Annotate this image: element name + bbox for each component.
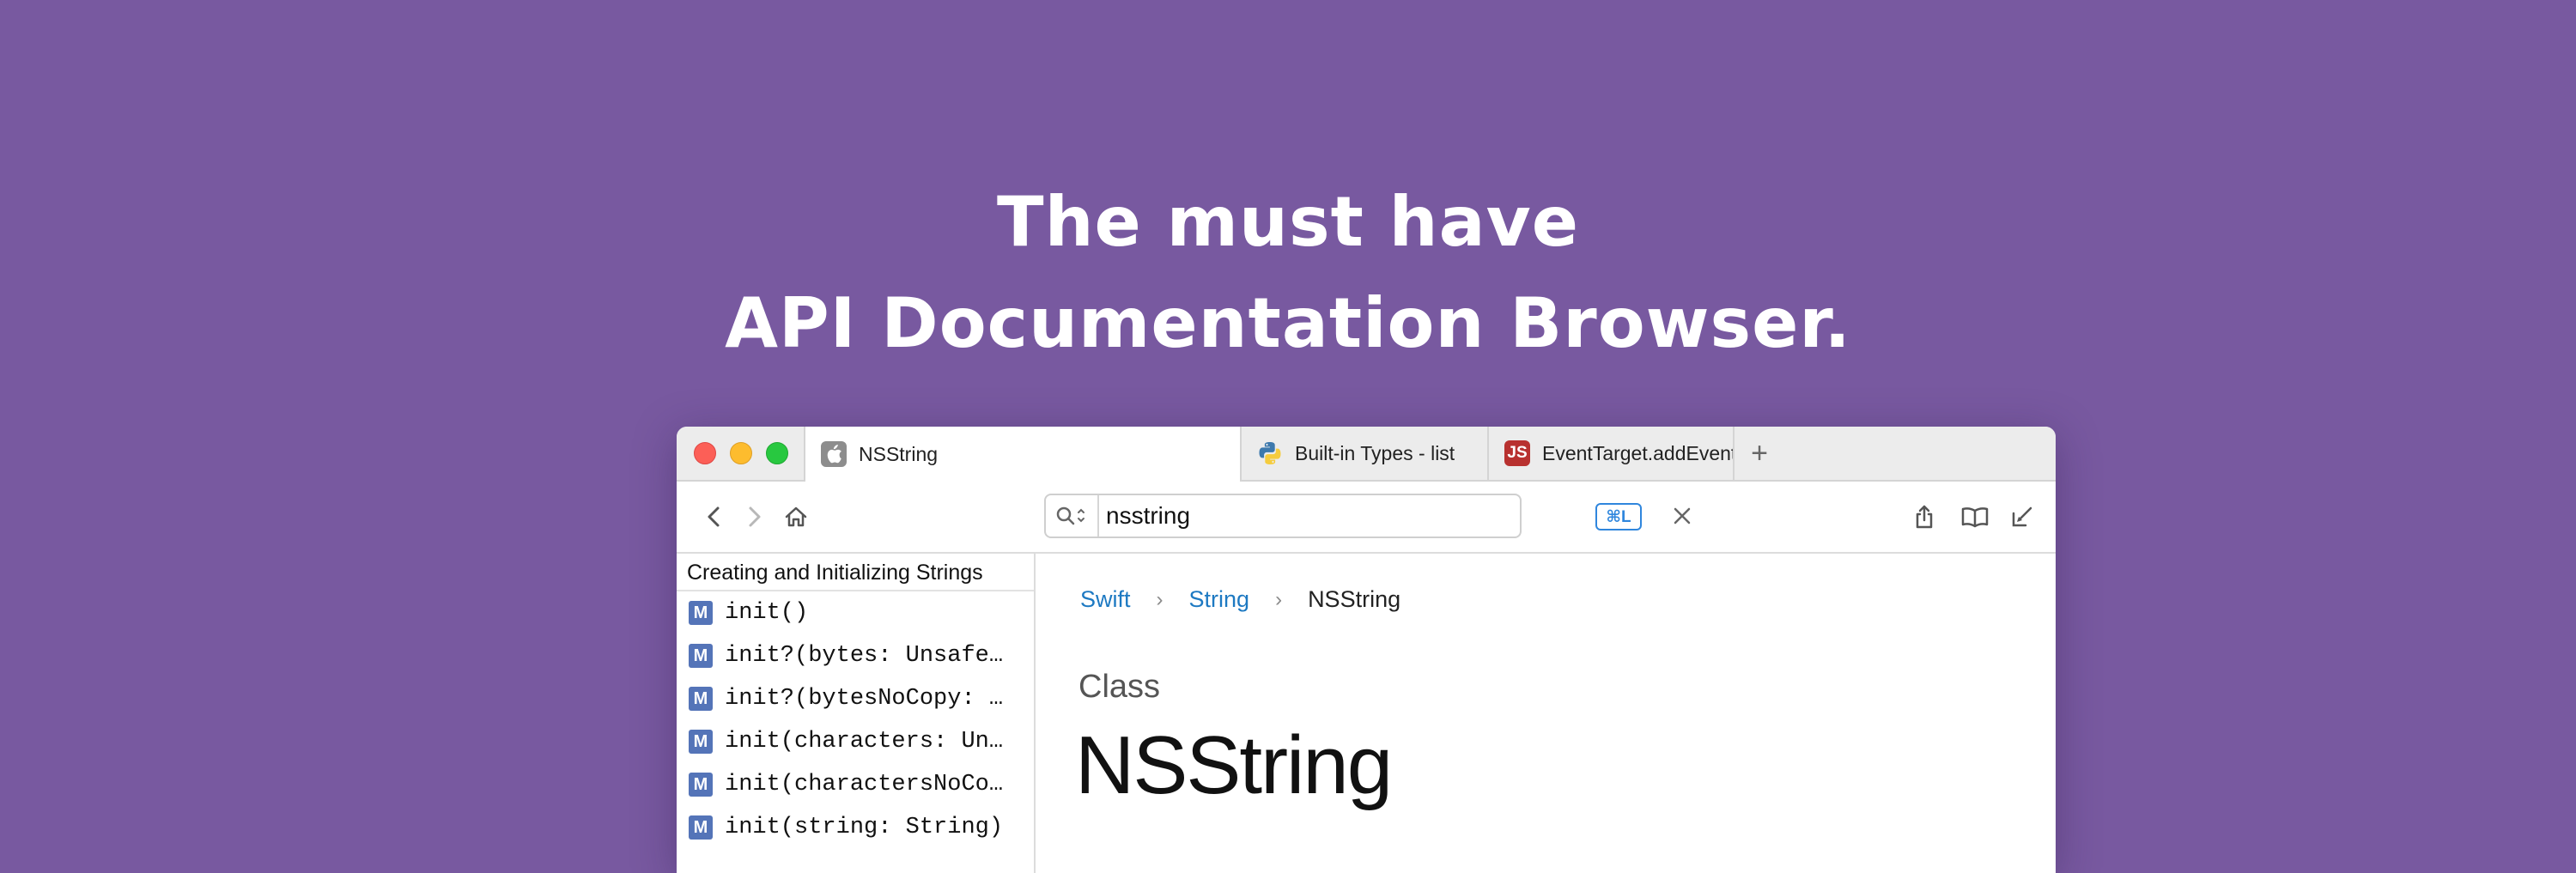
breadcrumb: Swift › String › NSString xyxy=(1080,586,1400,613)
sidebar-item-label: init() xyxy=(725,600,809,626)
documentation-content: Swift › String › NSString Class NSString xyxy=(1037,554,2056,873)
search-icon xyxy=(1056,506,1084,525)
sidebar-item-label: init(characters: Uns… xyxy=(725,729,1017,755)
apple-icon xyxy=(821,441,847,467)
sidebar-item-label: init?(bytes: UnsafeR… xyxy=(725,643,1017,669)
tab-nsstring[interactable]: NSString xyxy=(804,427,1240,482)
app-window: NSString Built-in Types - list JS EventT… xyxy=(677,427,2056,873)
home-button[interactable] xyxy=(780,500,812,533)
method-badge-icon: M xyxy=(689,773,713,797)
sidebar-item[interactable]: M init(charactersNoCop… xyxy=(677,763,1034,806)
sidebar-item[interactable]: M init(characters: Uns… xyxy=(677,720,1034,763)
headline-line-1: The must have xyxy=(997,182,1579,262)
tab-label: NSString xyxy=(859,442,939,465)
plus-icon: + xyxy=(1751,436,1768,470)
sidebar-item[interactable]: M init?(bytesNoCopy: U… xyxy=(677,677,1034,720)
edit-button[interactable] xyxy=(2006,500,2038,533)
chevron-left-icon xyxy=(708,506,720,527)
method-badge-icon: M xyxy=(689,815,713,840)
sidebar-item-label: init(charactersNoCop… xyxy=(725,772,1017,797)
breadcrumb-current: NSString xyxy=(1308,586,1401,612)
zoom-window-button[interactable] xyxy=(766,442,788,464)
bookmarks-button[interactable] xyxy=(1956,500,1994,533)
breadcrumb-separator-icon: › xyxy=(1275,587,1283,611)
book-icon xyxy=(1961,507,1989,528)
home-icon xyxy=(785,506,807,527)
search-scope-button[interactable] xyxy=(1046,495,1099,537)
tab-event-target[interactable]: JS EventTarget.addEventListener xyxy=(1487,427,1733,480)
share-button[interactable] xyxy=(1908,500,1941,533)
clear-search-button[interactable] xyxy=(1661,495,1704,537)
method-badge-icon: M xyxy=(689,644,713,668)
breadcrumb-link-swift[interactable]: Swift xyxy=(1080,586,1131,613)
sidebar-section-header: Creating and Initializing Strings xyxy=(677,554,1034,591)
close-window-button[interactable] xyxy=(694,442,716,464)
method-badge-icon: M xyxy=(689,601,713,625)
tab-label: EventTarget.addEventListener xyxy=(1542,441,1733,464)
sidebar-item[interactable]: M init?(bytes: UnsafeR… xyxy=(677,634,1034,677)
headline-line-2: API Documentation Browser. xyxy=(725,283,1851,363)
close-icon xyxy=(1674,507,1691,524)
breadcrumb-link-string[interactable]: String xyxy=(1189,586,1250,613)
edit-icon xyxy=(2012,506,2032,527)
search-box: ⌘L xyxy=(1044,494,1691,538)
js-icon: JS xyxy=(1504,440,1530,466)
minimize-window-button[interactable] xyxy=(730,442,752,464)
tab-label: Built-in Types - list xyxy=(1295,441,1455,464)
sidebar-item[interactable]: M init() xyxy=(677,591,1034,634)
method-badge-icon: M xyxy=(689,730,713,754)
sidebar-item[interactable]: M init(string: String) xyxy=(677,806,1034,849)
page-title: NSString xyxy=(1075,719,1393,811)
method-badge-icon: M xyxy=(689,687,713,711)
new-tab-button[interactable]: + xyxy=(1733,427,1784,480)
tab-built-in-types[interactable]: Built-in Types - list xyxy=(1240,427,1487,480)
forward-button[interactable] xyxy=(738,500,771,533)
shortcut-badge: ⌘L xyxy=(1595,503,1642,530)
chevron-right-icon xyxy=(749,506,761,527)
python-icon xyxy=(1257,440,1283,466)
toolbar: ⌘L xyxy=(677,482,2056,554)
breadcrumb-separator-icon: › xyxy=(1156,587,1163,611)
sidebar-item-label: init?(bytesNoCopy: U… xyxy=(725,686,1017,712)
sidebar-item-label: init(string: String) xyxy=(725,815,1004,840)
sidebar: Creating and Initializing Strings M init… xyxy=(677,554,1036,873)
headline: The must have API Documentation Browser. xyxy=(0,172,2576,374)
tab-bar: NSString Built-in Types - list JS EventT… xyxy=(677,427,2056,482)
symbol-kind: Class xyxy=(1078,669,1161,705)
back-button[interactable] xyxy=(697,500,730,533)
share-icon xyxy=(1916,505,1933,529)
search-input[interactable] xyxy=(1106,499,1587,533)
